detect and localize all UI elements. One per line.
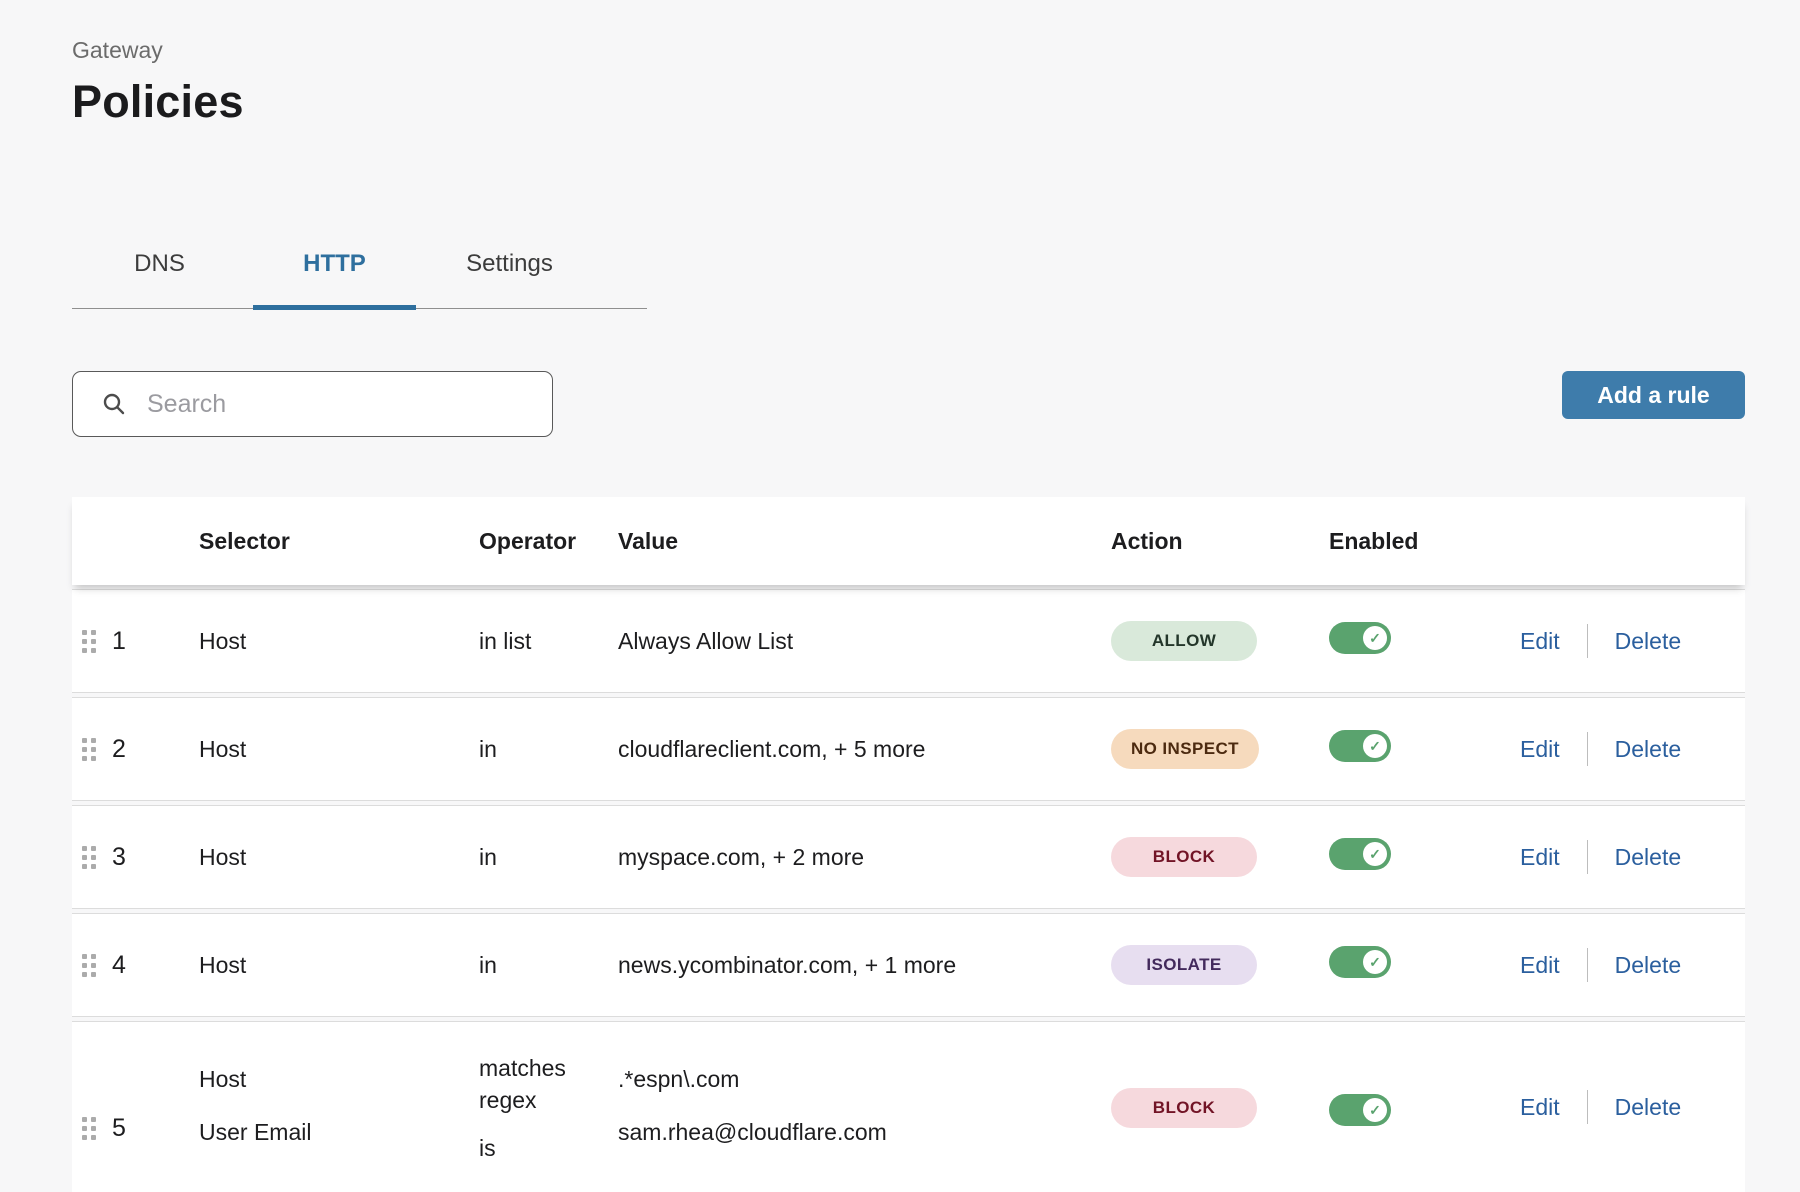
divider: [1587, 624, 1588, 658]
operator-value: in: [479, 844, 618, 871]
header-action: Action: [1111, 528, 1321, 555]
drag-handle-icon[interactable]: [82, 954, 96, 977]
search-input[interactable]: [133, 372, 534, 436]
rule-value: sam.rhea@cloudflare.com: [618, 1119, 1111, 1146]
operator-value: in list: [479, 628, 618, 655]
selector-value: Host: [199, 736, 479, 763]
operator-value: in: [479, 736, 618, 763]
operator-value: in: [479, 952, 618, 979]
drag-handle-icon[interactable]: [82, 846, 96, 869]
selector-value: Host: [199, 628, 479, 655]
delete-button[interactable]: Delete: [1615, 844, 1681, 871]
divider: [1587, 948, 1588, 982]
divider: [1587, 1090, 1588, 1124]
checkmark-icon: ✓: [1363, 734, 1387, 758]
row-number: 1: [112, 627, 126, 656]
delete-button[interactable]: Delete: [1615, 628, 1681, 655]
tab-bar: DNS HTTP Settings: [72, 240, 647, 309]
drag-handle-icon[interactable]: [82, 630, 96, 653]
search-icon: [101, 391, 127, 417]
table-row: 1 Host in list Always Allow List ALLOW ✓…: [72, 589, 1745, 693]
table-row: 5 Host User Email matches regex is .*esp…: [72, 1021, 1745, 1192]
operator-value: is: [479, 1132, 618, 1164]
checkmark-icon: ✓: [1363, 1098, 1387, 1122]
header-operator: Operator: [479, 528, 618, 555]
divider: [1587, 732, 1588, 766]
page-content: Gateway Policies DNS HTTP Settings Add a…: [0, 0, 1800, 1192]
edit-button[interactable]: Edit: [1520, 952, 1560, 979]
enabled-toggle[interactable]: ✓: [1329, 1094, 1391, 1126]
delete-button[interactable]: Delete: [1615, 1094, 1681, 1121]
header-enabled: Enabled: [1321, 528, 1520, 555]
row-number: 2: [112, 735, 126, 764]
edit-button[interactable]: Edit: [1520, 1094, 1560, 1121]
checkmark-icon: ✓: [1363, 950, 1387, 974]
row-number: 4: [112, 951, 126, 980]
rule-value: .*espn\.com: [618, 1066, 1111, 1093]
page-title: Policies: [72, 76, 1745, 128]
action-badge: BLOCK: [1111, 837, 1257, 877]
enabled-toggle[interactable]: ✓: [1329, 730, 1391, 762]
action-badge: BLOCK: [1111, 1088, 1257, 1128]
tab-dns[interactable]: DNS: [72, 240, 247, 308]
search-box[interactable]: [72, 371, 553, 437]
rule-value: Always Allow List: [618, 628, 1111, 655]
action-badge: NO INSPECT: [1111, 729, 1259, 769]
selector-value: User Email: [199, 1119, 479, 1146]
selector-value: Host: [199, 844, 479, 871]
enabled-toggle[interactable]: ✓: [1329, 838, 1391, 870]
action-badge: ISOLATE: [1111, 945, 1257, 985]
checkmark-icon: ✓: [1363, 626, 1387, 650]
edit-button[interactable]: Edit: [1520, 736, 1560, 763]
rule-value: cloudflareclient.com, + 5 more: [618, 736, 1111, 763]
edit-button[interactable]: Edit: [1520, 628, 1560, 655]
delete-button[interactable]: Delete: [1615, 952, 1681, 979]
header-value: Value: [618, 528, 1111, 555]
enabled-toggle[interactable]: ✓: [1329, 946, 1391, 978]
row-number: 5: [112, 1114, 126, 1143]
rule-value: myspace.com, + 2 more: [618, 844, 1111, 871]
selector-value: Host: [199, 1066, 479, 1093]
row-number: 3: [112, 843, 126, 872]
breadcrumb: Gateway: [72, 36, 1745, 64]
delete-button[interactable]: Delete: [1615, 736, 1681, 763]
edit-button[interactable]: Edit: [1520, 844, 1560, 871]
header-selector: Selector: [199, 528, 479, 555]
table-header-row: Selector Operator Value Action Enabled: [72, 497, 1745, 585]
add-rule-button[interactable]: Add a rule: [1562, 371, 1745, 419]
policies-table: Selector Operator Value Action Enabled 1…: [72, 497, 1745, 1192]
table-row: 3 Host in myspace.com, + 2 more BLOCK ✓ …: [72, 805, 1745, 909]
table-row: 4 Host in news.ycombinator.com, + 1 more…: [72, 913, 1745, 1017]
enabled-toggle[interactable]: ✓: [1329, 622, 1391, 654]
tab-settings[interactable]: Settings: [422, 240, 597, 308]
drag-handle-icon[interactable]: [82, 1117, 96, 1140]
selector-value: Host: [199, 952, 479, 979]
operator-value: matches regex: [479, 1052, 618, 1116]
table-row: 2 Host in cloudflareclient.com, + 5 more…: [72, 697, 1745, 801]
rule-value: news.ycombinator.com, + 1 more: [618, 952, 1111, 979]
drag-handle-icon[interactable]: [82, 738, 96, 761]
action-badge: ALLOW: [1111, 621, 1257, 661]
divider: [1587, 840, 1588, 874]
toolbar: Add a rule: [72, 371, 1745, 437]
checkmark-icon: ✓: [1363, 842, 1387, 866]
tab-http[interactable]: HTTP: [247, 240, 422, 308]
